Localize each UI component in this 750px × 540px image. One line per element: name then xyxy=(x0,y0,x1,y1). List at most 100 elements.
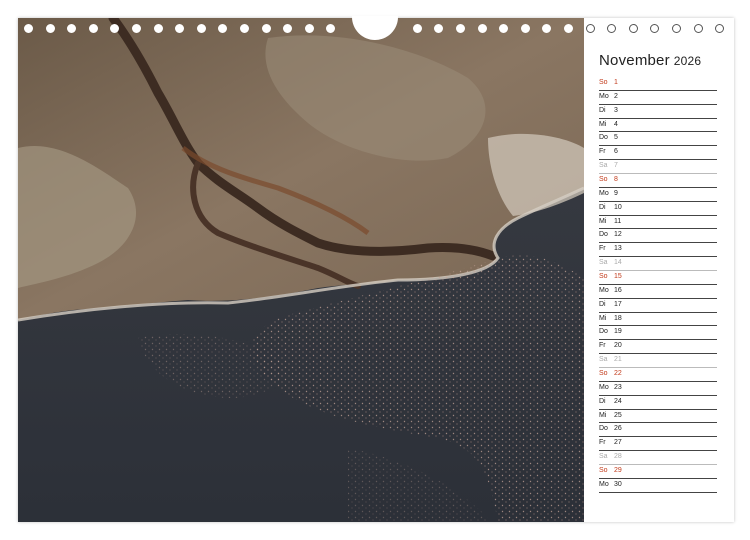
weekday-label: Sa xyxy=(599,356,608,364)
calendar-page: November 2026 So 1 Mo 2 Di 3 Mi 4 Do 5 Fr 6 Sa 7 So 8 Mo 9… xyxy=(18,16,734,522)
day-row: So 1 xyxy=(599,77,717,91)
day-row: Fr 20 xyxy=(599,340,717,355)
day-number: 16 xyxy=(614,286,622,294)
day-number: 19 xyxy=(614,328,622,336)
binding-hole xyxy=(477,24,487,33)
weekday-label: Mo xyxy=(599,383,609,391)
day-number: 30 xyxy=(614,480,622,488)
aerial-lake-photo xyxy=(18,18,584,522)
day-number: 23 xyxy=(614,383,622,391)
day-row: Mo 30 xyxy=(599,479,717,493)
binding-hole xyxy=(240,24,249,33)
day-row: Mo 2 xyxy=(599,91,717,105)
day-row: Sa 28 xyxy=(599,451,717,466)
weekday-label: Fr xyxy=(599,148,606,156)
day-number: 5 xyxy=(614,134,618,142)
day-number: 22 xyxy=(614,370,622,378)
binding-hole xyxy=(326,24,336,33)
binding-hole xyxy=(456,24,465,33)
weekday-label: Mi xyxy=(599,314,607,322)
day-row: So 15 xyxy=(599,271,717,285)
day-row: So 8 xyxy=(599,174,717,188)
weekday-label: So xyxy=(599,79,608,86)
month-title: November 2026 xyxy=(599,52,701,69)
day-row: Do 19 xyxy=(599,326,717,341)
weekday-label: Sa xyxy=(599,162,608,170)
day-number: 9 xyxy=(614,189,618,197)
day-number: 11 xyxy=(614,217,622,225)
day-number: 27 xyxy=(614,439,622,447)
day-number: 17 xyxy=(614,300,622,308)
binding-hole xyxy=(564,24,573,33)
weekday-label: Mo xyxy=(599,286,609,294)
binding-hole xyxy=(283,24,293,33)
day-row: Fr 13 xyxy=(599,243,717,258)
weekday-label: Do xyxy=(599,231,608,239)
weekday-label: So xyxy=(599,176,608,184)
weekday-label: Di xyxy=(599,203,606,211)
day-number: 29 xyxy=(614,467,622,475)
binding-hole xyxy=(88,24,98,33)
day-number: 21 xyxy=(614,356,622,364)
weekday-label: Di xyxy=(599,397,606,405)
day-row: Fr 6 xyxy=(599,146,717,161)
binding-hole xyxy=(434,24,444,33)
day-row: Fr 27 xyxy=(599,437,717,452)
weekday-label: Di xyxy=(599,300,606,308)
weekday-label: So xyxy=(599,467,608,475)
day-number: 14 xyxy=(614,259,622,267)
weekday-label: Mi xyxy=(599,217,607,225)
day-number: 7 xyxy=(614,162,618,170)
binding-hole xyxy=(132,24,141,33)
day-row: Mi 18 xyxy=(599,313,717,327)
day-number: 26 xyxy=(614,425,622,433)
day-row: Mi 4 xyxy=(599,119,717,133)
binding-hole xyxy=(153,24,163,33)
binding-hole xyxy=(499,24,509,33)
day-row: Mo 16 xyxy=(599,285,717,299)
weekday-label: Sa xyxy=(599,453,608,461)
day-number: 2 xyxy=(614,92,618,100)
month-name: November xyxy=(599,52,670,69)
binding-hole xyxy=(218,24,228,33)
day-row: So 29 xyxy=(599,465,717,479)
weekday-label: Do xyxy=(599,328,608,336)
binding-hole xyxy=(24,24,33,33)
day-row: So 22 xyxy=(599,368,717,382)
binding-hole xyxy=(261,24,271,33)
day-list: So 1 Mo 2 Di 3 Mi 4 Do 5 Fr 6 Sa 7 So 8 Mo 9 Di 10 Mi 11 Do 12 F… xyxy=(599,77,717,493)
day-row: Di 17 xyxy=(599,299,717,313)
day-number: 15 xyxy=(614,273,622,281)
day-number: 8 xyxy=(614,176,618,184)
weekday-label: Mo xyxy=(599,480,609,488)
day-number: 1 xyxy=(614,79,618,86)
weekday-label: Mi xyxy=(599,411,607,419)
weekday-label: Sa xyxy=(599,259,608,267)
day-number: 3 xyxy=(614,106,618,114)
day-number: 24 xyxy=(614,397,622,405)
day-row: Di 24 xyxy=(599,396,717,410)
day-row: Sa 21 xyxy=(599,354,717,369)
weekday-label: So xyxy=(599,370,608,378)
binding-hole xyxy=(542,24,552,33)
day-row: Do 12 xyxy=(599,229,717,244)
weekday-label: Fr xyxy=(599,439,606,447)
year-label: 2026 xyxy=(673,54,702,68)
day-row: Sa 14 xyxy=(599,257,717,272)
weekday-label: Mo xyxy=(599,92,609,100)
day-number: 6 xyxy=(614,148,618,156)
calendar-panel: November 2026 So 1 Mo 2 Di 3 Mi 4 Do 5 Fr 6 Sa 7 So 8 Mo 9… xyxy=(584,18,734,522)
weekday-label: So xyxy=(599,273,608,281)
day-number: 18 xyxy=(614,314,622,322)
weekday-label: Mi xyxy=(599,120,607,128)
day-row: Di 3 xyxy=(599,105,717,119)
binding-hole xyxy=(304,24,314,33)
weekday-label: Di xyxy=(599,106,606,114)
weekday-label: Do xyxy=(599,134,608,142)
weekday-label: Fr xyxy=(599,245,606,253)
day-number: 13 xyxy=(614,245,622,253)
binding-hole xyxy=(45,24,55,33)
day-row: Mi 11 xyxy=(599,216,717,230)
binding-hole xyxy=(67,24,77,33)
weekday-label: Fr xyxy=(599,342,606,350)
